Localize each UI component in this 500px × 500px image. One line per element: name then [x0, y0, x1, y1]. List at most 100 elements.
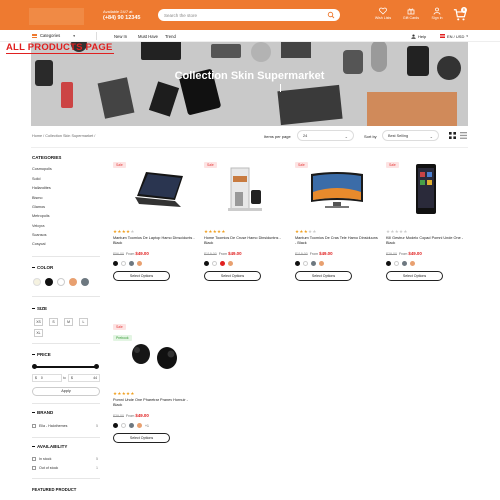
color-option-dot[interactable] [137, 423, 142, 428]
category-item[interactable]: Cosmopolis [32, 167, 52, 171]
wishlist-button[interactable]: Wish Lists [372, 7, 394, 20]
in-stock-checkbox[interactable] [32, 457, 36, 461]
categories-menu-button[interactable]: Categories ▾ [32, 33, 75, 38]
help-link[interactable]: Help [411, 34, 426, 39]
text-cursor [280, 84, 281, 92]
category-item[interactable]: Scansos [32, 233, 47, 237]
size-option[interactable]: XS [34, 318, 43, 326]
sidebar-divider [32, 343, 100, 344]
color-option-dot[interactable] [319, 261, 324, 266]
category-item[interactable]: Bismo [32, 196, 43, 200]
giftcards-button[interactable]: Gift Cards [400, 7, 422, 20]
grid-view-icon[interactable] [449, 132, 456, 139]
filter-dash-icon [32, 267, 35, 269]
in-stock-label: In stock [39, 457, 52, 461]
category-item[interactable]: Solid [32, 177, 40, 181]
select-options-button[interactable]: Select Options [113, 433, 170, 443]
color-swatch-orange[interactable] [69, 278, 77, 286]
product-name[interactable]: Kill Gestrur Modelo Copad Pomni Unde One… [386, 236, 470, 246]
product-card[interactable]: Sale Prebook ★★★★★ Pomni Unde One Pharet… [113, 324, 197, 474]
star-icon: ★ [221, 229, 226, 234]
color-option-dot[interactable] [121, 423, 126, 428]
category-item[interactable]: Glamos [32, 205, 45, 209]
select-options-button[interactable]: Select Options [204, 271, 261, 281]
size-option[interactable]: M [64, 318, 73, 326]
brand-label: Ella - Halothemes [39, 424, 68, 428]
product-card[interactable]: Sale ★★★★★ Kill Gestrur Modelo Copad Pom… [386, 162, 470, 312]
color-option-dot[interactable] [137, 261, 142, 266]
product-image[interactable] [113, 162, 197, 225]
color-option-dot[interactable] [303, 261, 308, 266]
color-swatch-white[interactable] [57, 278, 65, 286]
color-option-dot[interactable] [121, 261, 126, 266]
product-name[interactable]: Home Toomios De Cruse Hamo Dinsiduntns -… [204, 236, 288, 246]
select-options-button[interactable]: Select Options [295, 271, 352, 281]
color-swatch-cream[interactable] [33, 278, 41, 286]
signin-button[interactable]: Sign in [426, 7, 448, 20]
product-name[interactable]: Mantum Toomios De Cras Tele Hamo Dinsidu… [295, 236, 379, 246]
category-item[interactable]: Metropolis [32, 214, 50, 218]
color-options [295, 261, 324, 266]
color-option-dot[interactable] [295, 261, 300, 266]
size-option[interactable]: S [49, 318, 58, 326]
color-option-dot[interactable] [410, 261, 415, 266]
category-item[interactable]: Velcyra [32, 224, 44, 228]
more-colors-label[interactable]: +1 [145, 424, 149, 428]
color-option-dot[interactable] [113, 261, 118, 266]
product-image[interactable] [386, 162, 470, 225]
locale-selector[interactable]: EN / USD ▾ [440, 34, 468, 39]
list-view-icon[interactable] [460, 132, 467, 139]
new-price: $49.00 [135, 251, 149, 256]
select-options-button[interactable]: Select Options [386, 271, 443, 281]
product-name[interactable]: Pomni Unde One Pharetrar Pranev Hornuir … [113, 398, 197, 408]
nav-link-trend[interactable]: Trend [165, 34, 176, 39]
size-option[interactable]: L [79, 318, 88, 326]
filter-dash-icon [32, 412, 35, 414]
giftcards-label: Gift Cards [402, 16, 420, 20]
product-card[interactable]: Sale ★★★★★ Mantum Toomios De Laptop Hamo… [113, 162, 197, 312]
search-input[interactable]: Search the store [158, 9, 340, 21]
search-icon[interactable] [327, 11, 335, 19]
price-min-input[interactable]: $ 0 [32, 374, 62, 382]
sort-by-select[interactable]: Best Selling ⌄ [382, 130, 439, 141]
color-option-dot[interactable] [394, 261, 399, 266]
brand-checkbox[interactable] [32, 424, 36, 428]
price-min-handle[interactable] [32, 364, 37, 369]
color-option-dot[interactable] [129, 423, 134, 428]
items-per-page-select[interactable]: 24 ⌄ [297, 130, 354, 141]
color-option-dot[interactable] [129, 261, 134, 266]
logo[interactable] [29, 8, 84, 25]
nav-divider [96, 32, 97, 40]
product-name[interactable]: Mantum Toomios De Laptop Hamo Dinscidunt… [113, 236, 197, 246]
price-max-handle[interactable] [94, 364, 99, 369]
color-option-dot[interactable] [228, 261, 233, 266]
support-phone[interactable]: (+84) 90 12345 [103, 15, 140, 21]
color-option-dot[interactable] [212, 261, 217, 266]
color-option-dot[interactable] [220, 261, 225, 266]
color-option-dot[interactable] [204, 261, 209, 266]
support-info: Available 24/7 at (+84) 90 12345 [103, 9, 140, 21]
nav-link-must-have[interactable]: Must Have [138, 34, 158, 39]
color-option-dot[interactable] [113, 423, 118, 428]
product-image[interactable] [204, 162, 288, 225]
color-option-dot[interactable] [402, 261, 407, 266]
size-option[interactable]: XL [34, 329, 43, 337]
price-range-track [34, 366, 98, 368]
price-heading-label: PRICE [37, 352, 51, 357]
out-of-stock-checkbox[interactable] [32, 466, 36, 470]
product-image[interactable] [295, 162, 379, 225]
category-item[interactable]: Hallandites [32, 186, 51, 190]
category-item[interactable]: Cosycal [32, 242, 46, 246]
price-apply-button[interactable]: Apply [32, 387, 100, 396]
select-options-button[interactable]: Select Options [113, 271, 170, 281]
color-option-dot[interactable] [311, 261, 316, 266]
product-card[interactable]: Sale ★★★★★ Home Toomios De Cruse Hamo Di… [204, 162, 288, 312]
nav-link-new-in[interactable]: New In [114, 34, 127, 39]
color-swatch-gray[interactable] [81, 278, 89, 286]
color-swatch-black[interactable] [45, 278, 53, 286]
product-image[interactable] [113, 324, 197, 387]
product-card[interactable]: Sale ★★★★★ Mantum Toomios De Cras Tele H… [295, 162, 379, 312]
color-option-dot[interactable] [386, 261, 391, 266]
price-max-input[interactable]: $ 44 [68, 374, 100, 382]
breadcrumb[interactable]: Home / Collection Skin Supermarket / [32, 134, 95, 138]
